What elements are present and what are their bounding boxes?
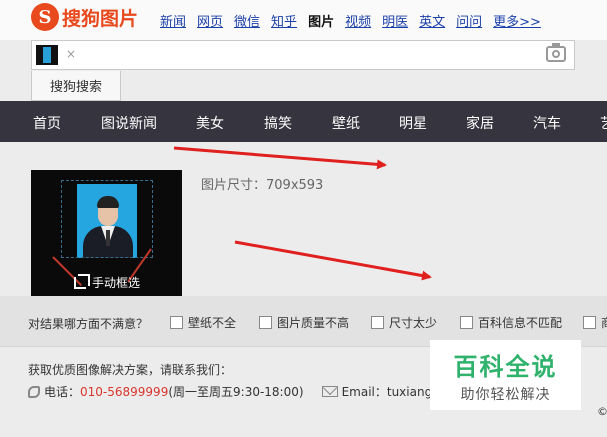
arrow-to-preview-image	[234, 240, 432, 281]
manual-crop-label: 手动框选	[92, 276, 141, 290]
nav-more[interactable]: 更多>>	[493, 11, 541, 30]
top-bar: S 搜狗图片 新闻 网页 微信 知乎 图片 视频 明医 英文 问问 更多>>	[0, 0, 607, 40]
image-size-text: 图片尺寸：709x593	[201, 178, 324, 193]
feedback-option-label: 壁纸不全	[188, 316, 237, 330]
checkbox[interactable]	[259, 316, 272, 329]
category-cars[interactable]: 汽车	[533, 113, 561, 133]
feedback-option-size[interactable]: 尺寸太少	[371, 314, 437, 331]
category-stars[interactable]: 明星	[399, 113, 427, 133]
email-label: Email：	[341, 385, 387, 399]
feedback-option-label: 商	[601, 314, 607, 331]
contact-line: 获取优质图像解决方案，请联系我们：	[28, 363, 233, 377]
watermark-subtitle: 助你轻松解决	[460, 386, 551, 403]
category-funny[interactable]: 搞笑	[264, 113, 292, 133]
phone-label: 电话：	[44, 385, 81, 399]
category-art[interactable]: 艺	[600, 113, 607, 133]
crop-icon	[74, 273, 90, 289]
search-input[interactable]: ×	[31, 40, 575, 70]
category-home[interactable]: 首页	[33, 113, 61, 133]
checkbox[interactable]	[460, 316, 473, 329]
arrow-to-category-bar	[173, 146, 387, 170]
category-beauty[interactable]: 美女	[196, 113, 224, 133]
baike-watermark: 百科全说 助你轻松解决	[430, 340, 581, 410]
feedback-option-more[interactable]: 商	[583, 314, 607, 331]
watermark-title: 百科全说	[453, 352, 558, 381]
nav-wenwen[interactable]: 问问	[456, 11, 482, 30]
sogou-logo-icon: S	[31, 3, 59, 31]
nav-english[interactable]: 英文	[419, 11, 445, 30]
query-image-preview[interactable]: 手动框选	[31, 170, 182, 296]
feedback-bar: 对结果哪方面不满意？ 壁纸不全 图片质量不高 尺寸太少 百科信息不匹配 商	[0, 296, 607, 346]
feedback-option-baike[interactable]: 百科信息不匹配	[460, 314, 562, 331]
copyright: ©	[597, 405, 607, 418]
category-bar: 首页 图说新闻 美女 搞笑 壁纸 明星 家居 汽车 艺	[0, 101, 607, 142]
feedback-option-wallpaper[interactable]: 壁纸不全	[170, 314, 236, 331]
feedback-option-label: 尺寸太少	[389, 316, 438, 330]
logo-text: 搜狗图片	[62, 7, 139, 30]
phone-number: 010-56899999	[80, 384, 169, 399]
nav-video[interactable]: 视频	[345, 11, 371, 30]
checkbox[interactable]	[371, 316, 384, 329]
nav-news[interactable]: 新闻	[160, 11, 186, 30]
manual-crop-button[interactable]: 手动框选	[74, 273, 141, 291]
nav-web[interactable]: 网页	[197, 11, 223, 30]
query-image-thumbnail	[36, 45, 58, 65]
category-home-decor[interactable]: 家居	[466, 113, 494, 133]
sogou-logo[interactable]: S 搜狗图片	[31, 3, 138, 31]
feedback-question: 对结果哪方面不满意？	[28, 317, 149, 331]
search-button[interactable]: 搜狗搜索	[31, 71, 121, 101]
phone-icon	[28, 385, 40, 398]
vertical-nav: 新闻 网页 微信 知乎 图片 视频 明医 英文 问问 更多>>	[160, 11, 552, 30]
feedback-option-label: 百科信息不匹配	[478, 316, 563, 330]
phone-hours: (周一至周五9:30-18:00)	[168, 385, 304, 399]
feedback-option-label: 图片质量不高	[277, 316, 350, 330]
checkbox[interactable]	[170, 316, 183, 329]
contact-details: 电话： 010-56899999 (周一至周五9:30-18:00) Email…	[28, 383, 450, 400]
nav-weixin[interactable]: 微信	[234, 11, 260, 30]
camera-icon[interactable]	[546, 43, 566, 62]
nav-medical[interactable]: 明医	[382, 11, 408, 30]
category-wallpaper[interactable]: 壁纸	[332, 113, 360, 133]
category-photo-news[interactable]: 图说新闻	[101, 113, 157, 133]
nav-images[interactable]: 图片	[308, 11, 334, 30]
nav-zhihu[interactable]: 知乎	[271, 11, 297, 30]
feedback-option-quality[interactable]: 图片质量不高	[259, 314, 349, 331]
crop-frame[interactable]	[61, 180, 153, 258]
checkbox[interactable]	[583, 316, 596, 329]
thumbnail-figure	[43, 47, 51, 63]
remove-image-icon[interactable]: ×	[66, 47, 76, 61]
mail-icon	[321, 386, 338, 397]
